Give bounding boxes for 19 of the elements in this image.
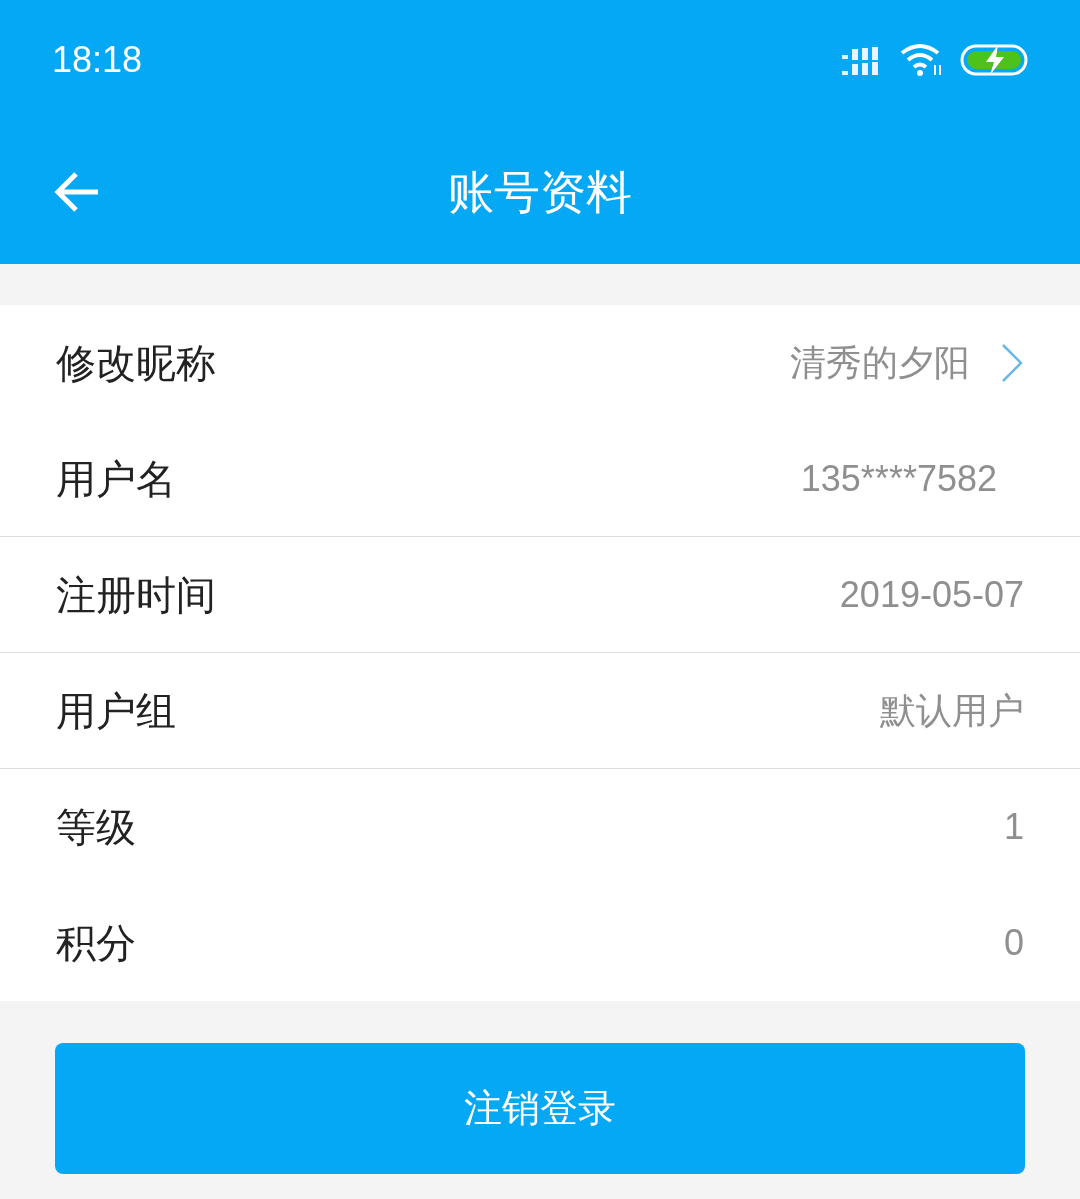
page-title: 账号资料 (448, 164, 632, 220)
battery-charging-icon (960, 44, 1028, 76)
row-label: 修改昵称 (56, 340, 217, 387)
chevron-right-icon[interactable] (1000, 343, 1024, 383)
row-label: 积分 (56, 920, 137, 967)
row-value: 1 (1003, 805, 1024, 849)
status-time: 18:18 (52, 38, 144, 82)
logout-button[interactable]: 注销登录 (55, 1043, 1025, 1174)
row-label: 用户组 (56, 687, 177, 735)
row-label: 注册时间 (56, 571, 217, 619)
row-value: 135****7582 (800, 456, 997, 501)
row-value: 0 (1003, 921, 1024, 965)
row-value: 2019-05-07 (839, 572, 1024, 617)
row-label: 等级 (56, 804, 137, 851)
back-arrow-icon[interactable] (54, 172, 100, 212)
wifi-icon (900, 43, 944, 77)
row-value[interactable]: 清秀的夕阳 (790, 336, 970, 390)
row-value: 默认用户 (880, 688, 1024, 733)
row-label: 用户名 (56, 455, 177, 503)
